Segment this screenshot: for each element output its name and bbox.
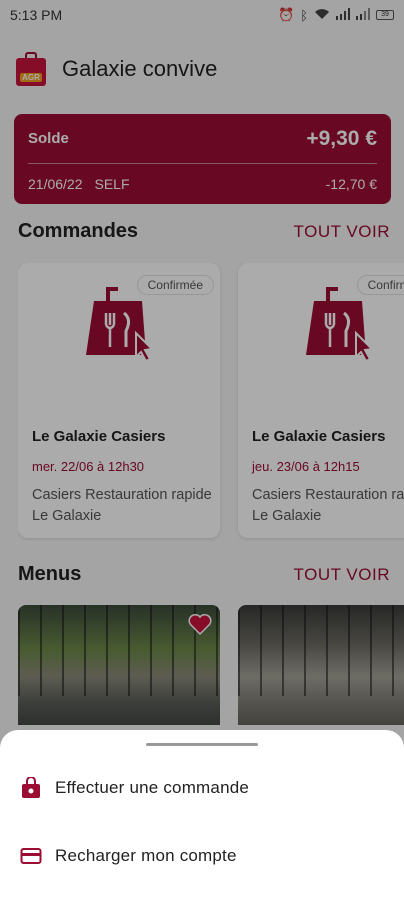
recharge-account-button[interactable]: Recharger mon compte: [20, 836, 384, 876]
place-order-button[interactable]: Effectuer une commande: [20, 768, 384, 808]
credit-card-icon: [20, 848, 42, 864]
bottom-sheet: Effectuer une commande Recharger mon com…: [0, 730, 404, 900]
drag-handle[interactable]: [146, 743, 258, 746]
place-order-label: Effectuer une commande: [55, 778, 250, 797]
shopping-bag-icon: [22, 777, 40, 798]
recharge-account-label: Recharger mon compte: [55, 846, 237, 865]
